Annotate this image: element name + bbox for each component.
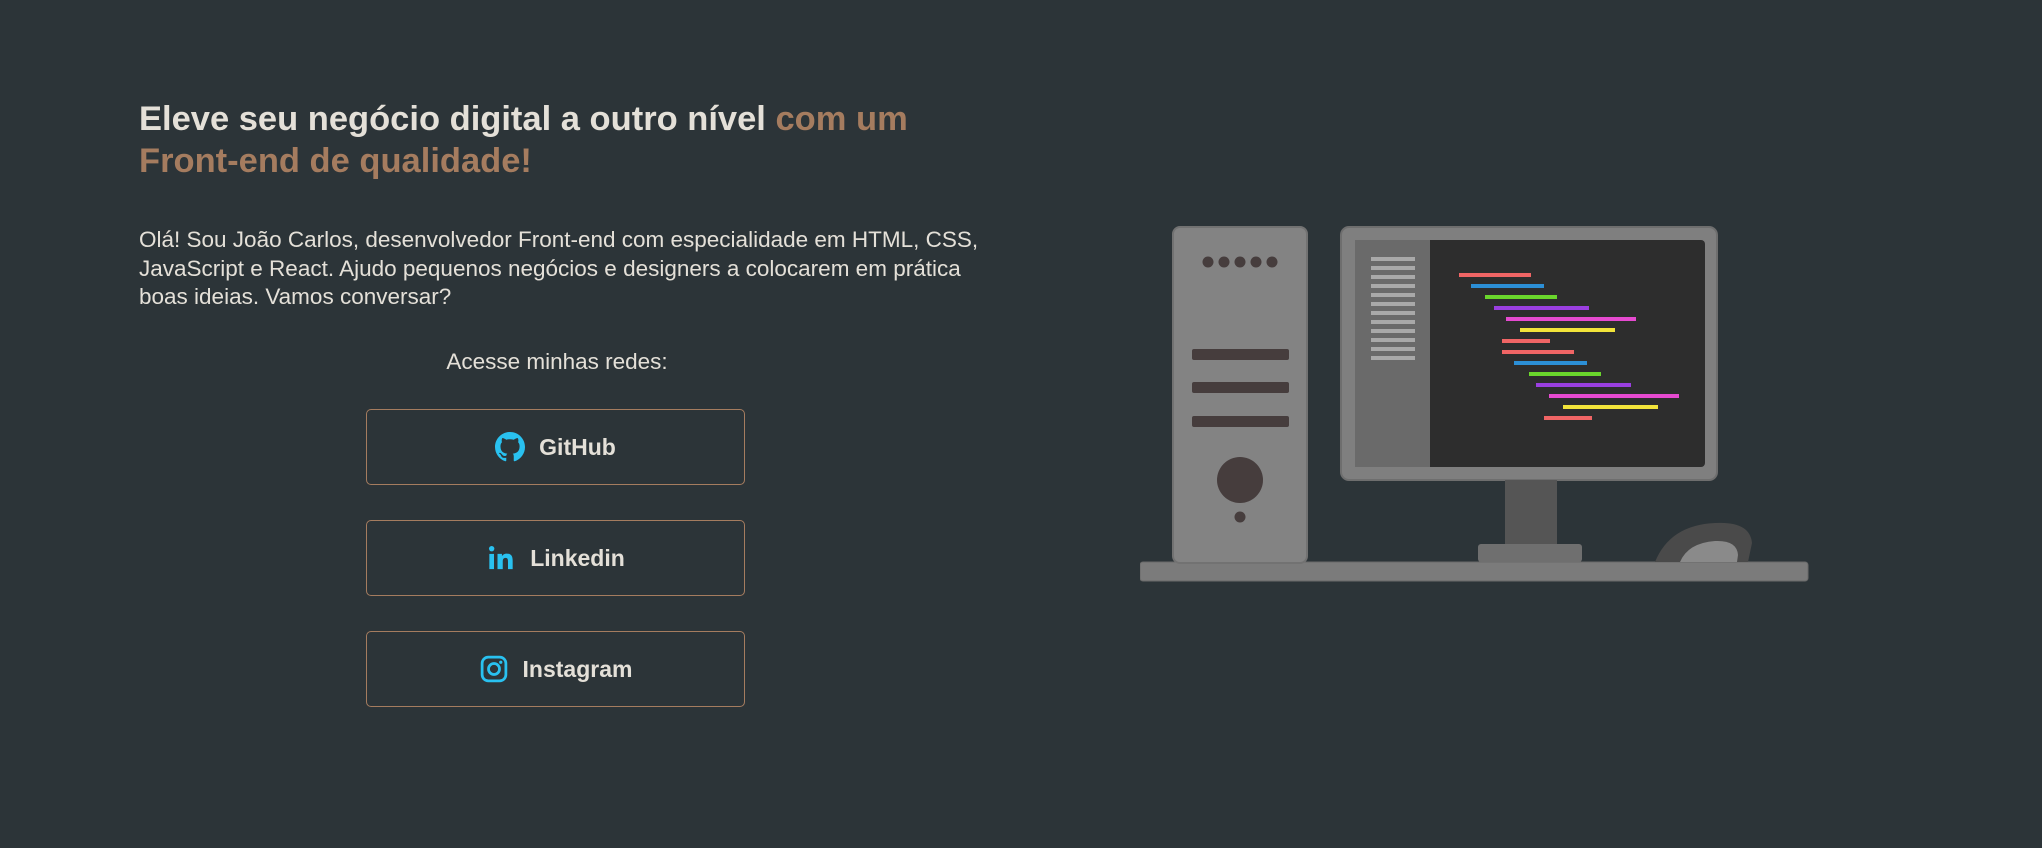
github-icon: [495, 432, 526, 462]
social-title: Acesse minhas redes:: [446, 349, 668, 374]
desktop-computer-illustration: [1140, 226, 1809, 582]
headline-main: Eleve seu negócio digital a outro nível: [139, 100, 776, 138]
hero-content: Eleve seu negócio digital a outro nível …: [139, 98, 979, 312]
hero-headline: Eleve seu negócio digital a outro nível …: [139, 98, 979, 182]
linkedin-button[interactable]: Linkedin: [366, 520, 745, 596]
instagram-label: Instagram: [522, 655, 633, 682]
linkedin-icon: [486, 543, 516, 573]
github-label: GitHub: [539, 433, 616, 460]
instagram-button[interactable]: Instagram: [366, 631, 745, 707]
intro-text: Olá! Sou João Carlos, desenvolvedor Fron…: [139, 227, 979, 309]
github-button[interactable]: GitHub: [366, 409, 745, 485]
instagram-icon: [479, 654, 509, 684]
linkedin-label: Linkedin: [530, 544, 625, 571]
